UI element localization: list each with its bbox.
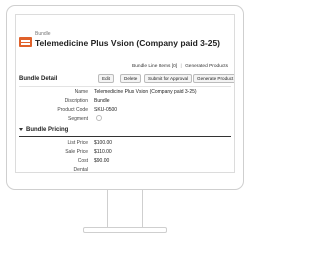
- link-separator: |: [180, 64, 182, 69]
- monitor-base: [83, 227, 167, 233]
- segment-value: [94, 115, 102, 121]
- generated-products-link[interactable]: Generated Products: [185, 64, 228, 69]
- name-value: Telemedicine Plus Vsion (Company paid 3-…: [94, 89, 197, 95]
- cost-label: Cost: [77, 158, 88, 164]
- cost-value: $90.00: [94, 158, 110, 164]
- lookup-icon[interactable]: [96, 115, 102, 121]
- pricing-divider: [19, 136, 231, 137]
- bundle-icon: [19, 37, 32, 47]
- dental-label: Dental: [73, 167, 88, 173]
- product-code-label: Product Code: [57, 107, 88, 113]
- pricing-section-header[interactable]: Bundle Pricing: [19, 127, 68, 133]
- product-code-value: SKU-0500: [94, 107, 118, 113]
- submit-for-approval-button[interactable]: Submit for Approval: [144, 74, 193, 83]
- record-type-label: Bundle: [35, 31, 51, 37]
- list-price-label: List Price: [67, 140, 88, 146]
- triangle-down-icon[interactable]: [19, 127, 23, 131]
- detail-section-title: Bundle Detail: [19, 76, 58, 82]
- record-title: Telemedicine Plus Vsion (Company paid 3-…: [35, 38, 220, 48]
- sale-price-value: $110.00: [94, 149, 112, 155]
- segment-label: Segment: [67, 116, 88, 122]
- list-price-value: $100.00: [94, 140, 113, 146]
- sale-price-label: Sale Price: [65, 149, 88, 155]
- monitor-frame: Bundle Telemedicine Plus Vsion (Company …: [6, 5, 244, 190]
- record-header: Bundle Telemedicine Plus Vsion (Company …: [16, 15, 234, 57]
- divider: [19, 86, 231, 87]
- pricing-section-title: Bundle Pricing: [26, 127, 69, 133]
- related-links: Bundle Line Items [0] | Generated Produc…: [132, 64, 228, 69]
- monitor-screen: Bundle Telemedicine Plus Vsion (Company …: [15, 14, 235, 173]
- generate-product-button[interactable]: Generate Product: [193, 74, 234, 83]
- edit-button[interactable]: Edit: [98, 74, 114, 83]
- bundle-line-items-link[interactable]: Bundle Line Items [0]: [132, 64, 177, 69]
- monitor-stand: [107, 190, 143, 229]
- description-label: Discription: [64, 98, 88, 104]
- delete-button[interactable]: Delete: [120, 74, 142, 83]
- name-label: Name: [74, 89, 88, 95]
- description-value: Bundle: [94, 98, 110, 104]
- detail-section-header: Bundle Detail Edit Delete Submit for App…: [16, 73, 234, 85]
